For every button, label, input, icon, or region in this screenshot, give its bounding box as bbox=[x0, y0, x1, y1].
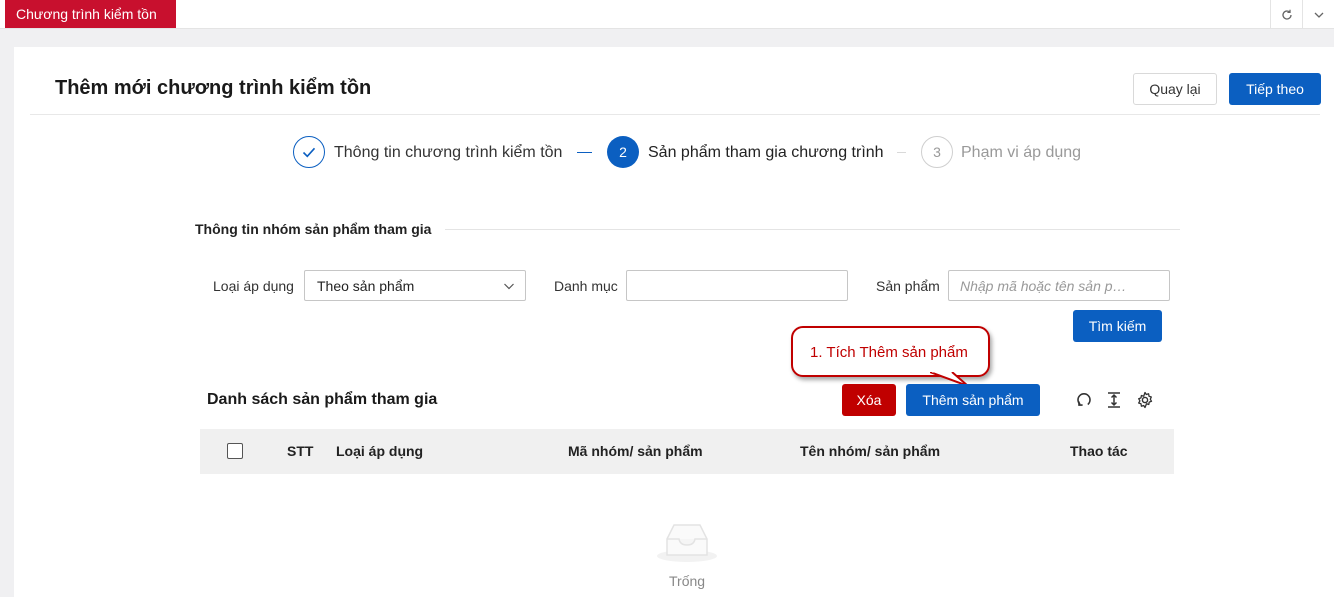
chevron-down-icon bbox=[504, 283, 514, 290]
tab-active[interactable]: Chương trình kiểm tồn bbox=[5, 0, 176, 28]
column-header: Thao tác bbox=[1070, 443, 1128, 459]
step-1-label: Thông tin chương trình kiểm tồn bbox=[334, 144, 563, 161]
top-bar: Chương trình kiểm tồn bbox=[0, 0, 1334, 29]
step-connector bbox=[577, 152, 592, 153]
gear-icon bbox=[1138, 391, 1153, 409]
section-divider bbox=[445, 229, 1180, 230]
step-connector bbox=[897, 152, 906, 153]
step-2-label: Sản phẩm tham gia chương trình bbox=[648, 144, 884, 161]
column-height-button[interactable] bbox=[1104, 390, 1124, 410]
select-all-checkbox[interactable] bbox=[227, 443, 243, 459]
header-divider bbox=[30, 114, 1320, 115]
page-title: Thêm mới chương trình kiểm tồn bbox=[55, 77, 372, 99]
refresh-icon bbox=[1077, 393, 1091, 406]
type-label: Loại áp dụng bbox=[213, 278, 294, 294]
back-button[interactable]: Quay lại bbox=[1133, 73, 1217, 105]
column-header: Tên nhóm/ sản phẩm bbox=[800, 443, 941, 459]
delete-button[interactable]: Xóa bbox=[842, 384, 896, 416]
column-header: STT bbox=[287, 443, 314, 459]
section-title: Thông tin nhóm sản phẩm tham gia bbox=[195, 221, 432, 237]
column-height-icon bbox=[1108, 392, 1120, 408]
step-2-indicator: 2 bbox=[607, 136, 639, 168]
reload-table-button[interactable] bbox=[1074, 390, 1094, 410]
table-settings-button[interactable] bbox=[1135, 390, 1155, 410]
step-3-label: Phạm vi áp dụng bbox=[961, 144, 1082, 161]
refresh-tab-button[interactable] bbox=[1270, 0, 1302, 29]
column-header: Loại áp dụng bbox=[336, 443, 424, 459]
refresh-icon bbox=[1281, 9, 1292, 20]
check-icon bbox=[302, 147, 316, 158]
next-button[interactable]: Tiếp theo bbox=[1229, 73, 1321, 105]
category-input[interactable] bbox=[626, 270, 848, 301]
column-header: Mã nhóm/ sản phẩm bbox=[568, 443, 703, 459]
category-label: Danh mục bbox=[554, 278, 618, 294]
type-select[interactable]: Theo sản phẩm bbox=[304, 270, 526, 301]
step-3-indicator: 3 bbox=[921, 136, 953, 168]
list-title: Danh sách sản phẩm tham gia bbox=[207, 391, 438, 408]
product-label: Sản phẩm bbox=[876, 278, 940, 294]
add-product-button[interactable]: Thêm sản phẩm bbox=[906, 384, 1040, 416]
annotation-callout: 1. Tích Thêm sản phẩm bbox=[791, 326, 990, 377]
step-1-indicator bbox=[293, 136, 325, 168]
tab-menu-button[interactable] bbox=[1302, 0, 1334, 29]
search-button[interactable]: Tìm kiếm bbox=[1073, 310, 1162, 342]
type-select-value: Theo sản phẩm bbox=[317, 278, 415, 294]
table-header: STT Loại áp dụng Mã nhóm/ sản phẩm Tên n… bbox=[200, 429, 1174, 474]
empty-state-text: Trống bbox=[669, 573, 706, 589]
empty-inbox-icon bbox=[657, 524, 717, 562]
product-search-input[interactable]: Nhập mã hoặc tên sản p… bbox=[948, 270, 1170, 301]
chevron-down-icon bbox=[1314, 12, 1323, 18]
